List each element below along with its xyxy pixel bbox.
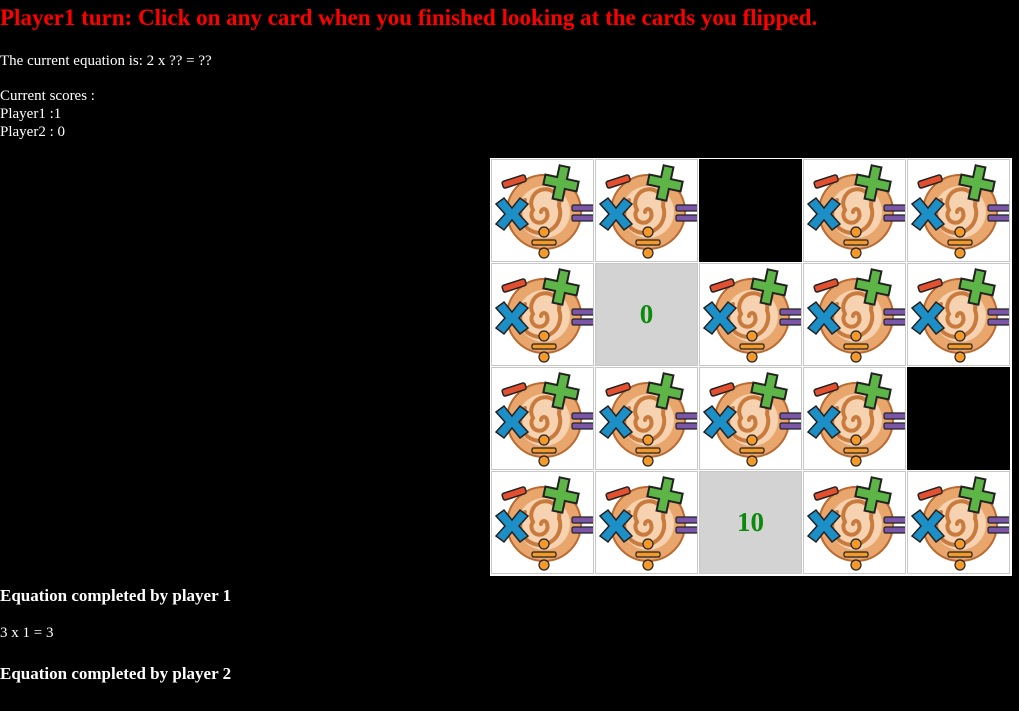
- math-spiral-card-back-icon: [492, 368, 593, 469]
- math-spiral-card-back-icon: [596, 160, 697, 261]
- card-board: 0 10: [490, 158, 1012, 576]
- player1-completed-heading: Equation completed by player 1: [0, 586, 232, 605]
- card-back[interactable]: [595, 471, 698, 574]
- card-back[interactable]: [491, 471, 594, 574]
- scores-title: Current scores :: [0, 88, 95, 104]
- card-back[interactable]: [699, 263, 802, 366]
- card-back[interactable]: [491, 367, 594, 470]
- card-value: 10: [737, 507, 764, 537]
- card-face[interactable]: 0: [595, 263, 698, 366]
- player1-completed-equation: 3 x 1 = 3: [0, 625, 54, 641]
- player2-score: Player2 : 0: [0, 124, 65, 140]
- scores-panel: Current scores : Player1 :1 Player2 : 0: [0, 87, 95, 141]
- current-equation: The current equation is: 2 x ?? = ??: [0, 53, 212, 69]
- card-back[interactable]: [595, 159, 698, 262]
- math-spiral-card-back-icon: [492, 264, 593, 365]
- card-slot-empty: [699, 159, 802, 262]
- player2-completed-heading: Equation completed by player 2: [0, 664, 232, 683]
- math-spiral-card-back-icon: [908, 160, 1009, 261]
- card-face[interactable]: 10: [699, 471, 802, 574]
- math-spiral-card-back-icon: [700, 368, 801, 469]
- card-value: 0: [639, 299, 654, 329]
- card-back[interactable]: [595, 367, 698, 470]
- card-back[interactable]: [803, 159, 906, 262]
- card-back[interactable]: [491, 263, 594, 366]
- card-back[interactable]: [803, 367, 906, 470]
- card-back[interactable]: [803, 263, 906, 366]
- card-back[interactable]: [907, 159, 1010, 262]
- math-spiral-card-back-icon: [596, 368, 697, 469]
- math-spiral-card-back-icon: [908, 472, 1009, 573]
- math-spiral-card-back-icon: [804, 264, 905, 365]
- player1-score: Player1 :1: [0, 106, 62, 122]
- turn-message: Player1 turn: Click on any card when you…: [0, 5, 818, 30]
- math-spiral-card-back-icon: [596, 472, 697, 573]
- math-spiral-card-back-icon: [700, 264, 801, 365]
- math-spiral-card-back-icon: [492, 472, 593, 573]
- math-spiral-card-back-icon: [804, 160, 905, 261]
- card-slot-empty: [907, 367, 1010, 470]
- card-back[interactable]: [699, 367, 802, 470]
- math-spiral-card-back-icon: [492, 160, 593, 261]
- card-back[interactable]: [907, 263, 1010, 366]
- card-back[interactable]: [907, 471, 1010, 574]
- card-back[interactable]: [803, 471, 906, 574]
- math-spiral-card-back-icon: [908, 264, 1009, 365]
- math-spiral-card-back-icon: [804, 368, 905, 469]
- math-spiral-card-back-icon: [804, 472, 905, 573]
- card-back[interactable]: [491, 159, 594, 262]
